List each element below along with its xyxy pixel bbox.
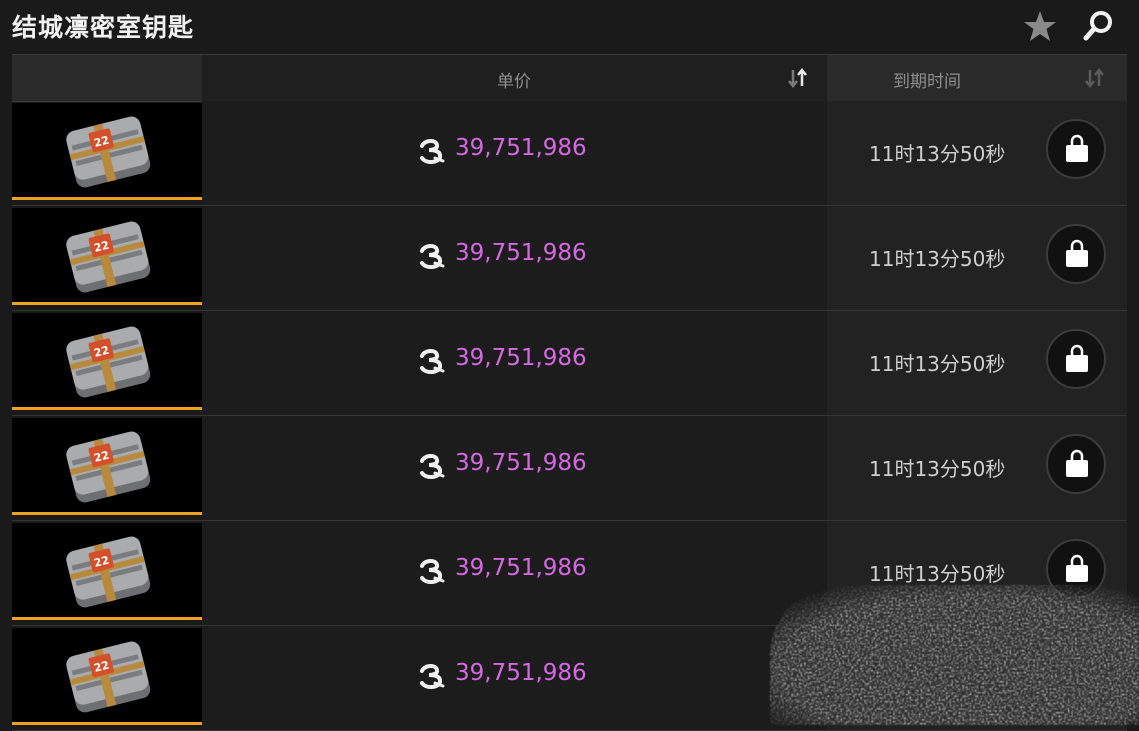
price-cell: 39,751,986 (202, 416, 827, 520)
price-cell: 39,751,986 (202, 101, 827, 205)
header-item-column (12, 55, 202, 101)
price-value: 39,751,986 (455, 135, 587, 161)
shopping-bag-icon (1063, 554, 1091, 584)
top-bar: 结城凛密室钥匙 (0, 0, 1139, 52)
item-thumbnail (12, 628, 202, 725)
search-button[interactable] (1080, 8, 1116, 44)
expiry-column-label: 到期时间 (893, 72, 961, 92)
price-value: 39,751,986 (455, 345, 587, 371)
currency-icon (418, 662, 446, 690)
search-icon (1083, 11, 1112, 41)
price-value: 39,751,986 (455, 240, 587, 266)
price-value: 39,751,986 (455, 450, 587, 476)
shopping-bag-icon (1063, 239, 1091, 269)
shopping-bag-icon (1063, 344, 1091, 374)
table-header: 单价 到期时间 (12, 54, 1127, 102)
price-column-header[interactable]: 单价 (202, 55, 827, 101)
sort-icon[interactable] (1084, 67, 1106, 89)
key-box-icon (60, 632, 156, 720)
buy-button[interactable] (1046, 224, 1106, 284)
currency-icon (418, 557, 446, 585)
item-thumbnail (12, 418, 202, 515)
table-row[interactable]: 39,751,986 11时13分50秒 (12, 311, 1127, 416)
item-thumbnail (12, 103, 202, 200)
price-value: 39,751,986 (455, 555, 587, 581)
table-row[interactable]: 39,751,986 11时13分50秒 (12, 206, 1127, 311)
expiry-value: 11时13分50秒 (869, 142, 1006, 166)
buy-button[interactable] (1046, 434, 1106, 494)
item-thumbnail (12, 313, 202, 410)
price-column-label: 单价 (497, 72, 531, 92)
expiry-value: 11时13分50秒 (869, 247, 1006, 271)
price-cell: 39,751,986 (202, 626, 827, 730)
key-box-icon (60, 527, 156, 615)
rarity-bar (12, 302, 202, 305)
rarity-bar (12, 407, 202, 410)
expiry-value: 11时13分50秒 (869, 352, 1006, 376)
currency-icon (418, 242, 446, 270)
rarity-bar (12, 512, 202, 515)
price-cell: 39,751,986 (202, 311, 827, 415)
sort-icon[interactable] (787, 67, 809, 89)
expiry-value: 11时13分50秒 (869, 562, 1006, 586)
price-value: 39,751,986 (455, 660, 587, 686)
currency-icon (418, 347, 446, 375)
buy-button[interactable] (1046, 329, 1106, 389)
table-row[interactable]: 39,751,986 11时13分50秒 (12, 416, 1127, 521)
buy-button[interactable] (1046, 119, 1106, 179)
shopping-bag-icon (1063, 134, 1091, 164)
shopping-bag-icon (1063, 449, 1091, 479)
currency-icon (418, 137, 446, 165)
key-box-icon (60, 107, 156, 195)
price-cell: 39,751,986 (202, 206, 827, 310)
page-title: 结城凛密室钥匙 (12, 13, 195, 42)
rarity-bar (12, 197, 202, 200)
key-box-icon (60, 317, 156, 405)
rarity-bar (12, 617, 202, 620)
favorite-button[interactable] (1022, 8, 1058, 44)
noise-overlay (770, 585, 1139, 725)
key-box-icon (60, 212, 156, 300)
expiry-value: 11时13分50秒 (869, 457, 1006, 481)
currency-icon (418, 452, 446, 480)
star-icon (1024, 11, 1056, 41)
item-thumbnail (12, 208, 202, 305)
price-cell: 39,751,986 (202, 521, 827, 625)
key-box-icon (60, 422, 156, 510)
item-thumbnail (12, 523, 202, 620)
expiry-column-header[interactable]: 到期时间 (827, 55, 1127, 101)
table-row[interactable]: 39,751,986 11时13分50秒 (12, 101, 1127, 206)
